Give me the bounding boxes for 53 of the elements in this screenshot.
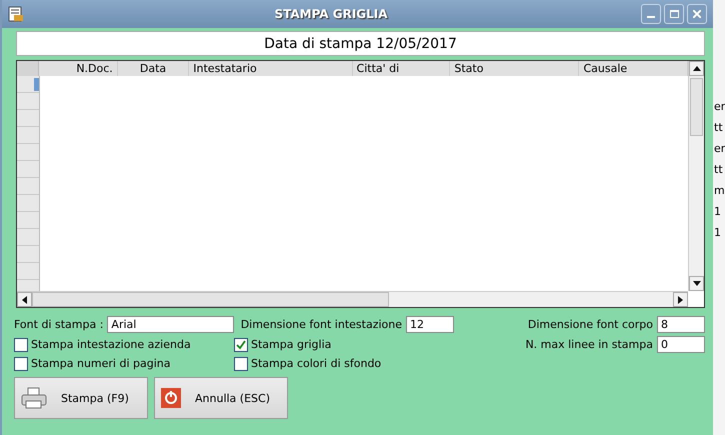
checkmark-icon — [236, 340, 246, 350]
input-field[interactable]: 12 — [406, 316, 454, 332]
print-button[interactable]: Stampa (F9) — [14, 377, 148, 419]
checkbox[interactable] — [14, 338, 28, 352]
row-selector — [34, 78, 39, 91]
scroll-thumb[interactable] — [690, 78, 703, 136]
maximize-icon — [670, 10, 678, 18]
partial-text: er — [713, 100, 725, 113]
minimize-button[interactable] — [641, 4, 661, 24]
partial-text: 1 — [713, 226, 722, 239]
power-icon — [161, 388, 181, 408]
scroll-thumb[interactable] — [32, 292, 389, 307]
checkbox-label: Stampa colori di sfondo — [251, 357, 382, 370]
checkbox[interactable] — [234, 338, 248, 352]
maximize-button[interactable] — [664, 4, 684, 24]
input-field[interactable]: Arial — [107, 316, 234, 332]
left-arrow-icon — [20, 296, 28, 304]
scroll-up-button[interactable] — [689, 61, 704, 76]
column-header[interactable]: Stato — [450, 61, 580, 76]
scroll-left-button[interactable] — [17, 292, 32, 307]
input-field[interactable]: 8 — [657, 316, 705, 332]
checkbox[interactable] — [14, 356, 28, 370]
app-icon — [8, 6, 24, 22]
partial-text: tt — [713, 163, 724, 176]
field-label: Dimensione font corpo — [528, 318, 653, 330]
column-header[interactable]: Intestatario — [189, 61, 353, 76]
column-header[interactable]: Citta' di — [352, 61, 450, 76]
partial-text: tt — [713, 121, 724, 134]
field-label: Dimensione font intestazione — [240, 318, 402, 330]
partial-text: 1 — [713, 205, 722, 218]
vertical-scrollbar[interactable] — [688, 61, 704, 291]
partial-text: m — [713, 184, 725, 197]
header-text-field[interactable]: Data di stampa 12/05/2017 — [16, 31, 705, 56]
close-button[interactable] — [687, 4, 707, 24]
checkbox-label: Stampa numeri di pagina — [31, 357, 170, 370]
printer-icon — [21, 387, 47, 409]
checkbox-label: Stampa intestazione azienda — [31, 338, 191, 351]
scroll-right-button[interactable] — [673, 292, 688, 307]
field-label: N. max linee in stampa — [525, 338, 653, 351]
horizontal-scrollbar[interactable] — [17, 291, 688, 307]
checkbox-label: Stampa griglia — [251, 338, 332, 351]
input-field[interactable]: 0 — [657, 336, 705, 353]
cancel-button[interactable]: Annulla (ESC) — [154, 377, 288, 419]
up-arrow-icon — [692, 64, 700, 72]
close-icon — [693, 10, 701, 18]
checkbox[interactable] — [234, 356, 248, 370]
window-title: STAMPA GRIGLIA — [273, 7, 389, 21]
partial-text: er — [713, 142, 725, 155]
field-label: Font di stampa : — [14, 318, 104, 330]
scroll-down-button[interactable] — [689, 276, 704, 291]
column-header[interactable]: Data — [118, 61, 190, 76]
right-arrow-icon — [676, 296, 684, 304]
down-arrow-icon — [692, 280, 700, 288]
